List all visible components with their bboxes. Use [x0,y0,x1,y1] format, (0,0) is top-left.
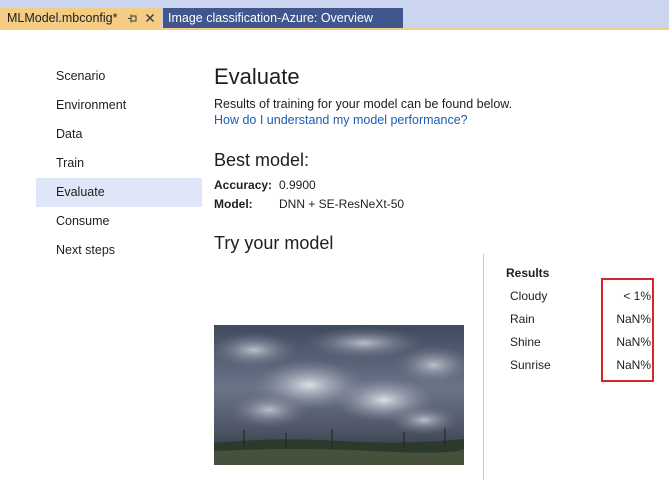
wizard-nav: Scenario Environment Data Train Evaluate… [36,62,202,265]
nav-item-train[interactable]: Train [36,149,202,178]
tab-image-classification-overview[interactable]: Image classification-Azure: Overview [163,8,403,28]
results-highlight-box [601,278,654,382]
result-label-sunrise: Sunrise [510,358,551,372]
tab-title: Image classification-Azure: Overview [168,11,373,25]
nav-item-next-steps[interactable]: Next steps [36,236,202,265]
page-title: Evaluate [214,64,300,89]
nav-item-data[interactable]: Data [36,120,202,149]
results-divider [483,254,484,480]
accuracy-value: 0.9900 [279,178,316,192]
tab-underline [0,28,669,30]
document-tab-strip: MLModel.mbconfig* Image classification-A… [0,0,669,28]
try-model-heading: Try your model [214,233,334,253]
nav-item-consume[interactable]: Consume [36,207,202,236]
result-label-shine: Shine [510,335,541,349]
uploaded-cloudy-sky-image [214,325,464,465]
page-subtitle: Results of training for your model can b… [214,97,513,111]
close-icon[interactable] [144,12,156,24]
nav-item-environment[interactable]: Environment [36,91,202,120]
nav-item-scenario[interactable]: Scenario [36,62,202,91]
accuracy-label: Accuracy: [214,178,273,192]
model-label: Model: [214,197,253,211]
model-performance-help-link[interactable]: How do I understand my model performance… [214,113,468,127]
nav-item-evaluate[interactable]: Evaluate [36,178,202,207]
pin-icon[interactable] [126,12,138,24]
result-label-rain: Rain [510,312,535,326]
results-heading: Results [506,266,550,280]
model-value: DNN + SE-ResNeXt-50 [279,197,405,211]
tab-title: MLModel.mbconfig* [7,11,118,25]
result-label-cloudy: Cloudy [510,289,548,303]
best-model-heading: Best model: [214,150,310,170]
tab-mlmodel-mbconfig[interactable]: MLModel.mbconfig* [0,8,162,28]
